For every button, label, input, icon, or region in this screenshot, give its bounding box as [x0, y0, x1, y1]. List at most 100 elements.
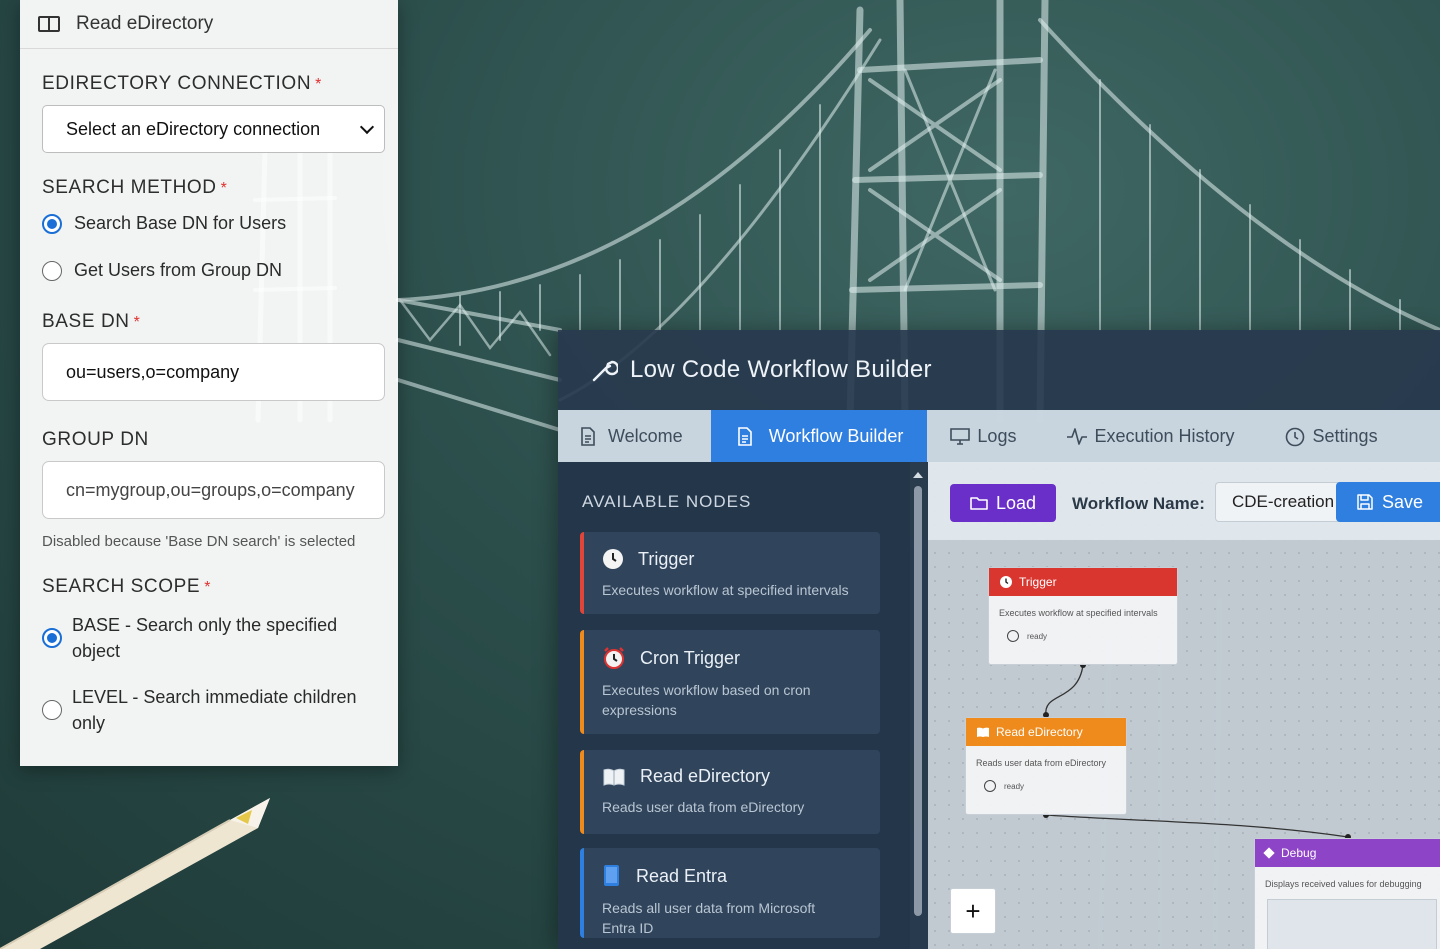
search-method-option-label: Search Base DN for Users [74, 213, 287, 233]
search-scope-option-label: BASE - Search only the specified object [72, 615, 338, 661]
search-method-label: SEARCH METHOD * [42, 177, 385, 199]
book-icon [38, 16, 60, 32]
radio-button[interactable] [42, 700, 62, 720]
tab-execution-history[interactable]: Execution History [1044, 410, 1262, 462]
canvas-node-title: Trigger [1019, 575, 1057, 589]
search-method-label-text: SEARCH METHOD [42, 177, 217, 198]
scrollbar-thumb[interactable] [914, 486, 922, 916]
app-title-bar: Low Code Workflow Builder [558, 330, 1440, 410]
status-circle-icon [1007, 630, 1019, 642]
node-card-title: Trigger [638, 548, 695, 569]
panel-header: Read eDirectory [20, 0, 398, 49]
chevron-down-icon [359, 119, 375, 134]
search-method-option-label: Get Users from Group DN [74, 260, 283, 280]
app-title: Low Code Workflow Builder [630, 356, 932, 383]
available-nodes-sidebar: AVAILABLE NODES Trigger Executes workflo… [558, 462, 910, 949]
node-card-trigger[interactable]: Trigger Executes workflow at specified i… [580, 532, 880, 614]
tab-label: Execution History [1094, 425, 1235, 446]
edirectory-connection-select[interactable]: Select an eDirectory connection [42, 105, 385, 153]
canvas-node-trigger[interactable]: Trigger Executes workflow at specified i… [988, 567, 1178, 665]
search-method-option-group-dn[interactable]: Get Users from Group DN [42, 260, 385, 281]
edge-trigger-to-read-edirectory [1045, 664, 1084, 716]
zoom-in-button[interactable]: + [950, 888, 996, 934]
group-dn-label-text: GROUP DN [42, 429, 149, 450]
document-icon [737, 427, 752, 446]
group-dn-input: cn=mygroup,ou=groups,o=company [42, 461, 385, 519]
required-mark: * [220, 180, 228, 197]
node-card-read-edirectory[interactable]: Read eDirectory Reads user data from eDi… [580, 750, 880, 834]
scroll-up-arrow-icon[interactable] [913, 472, 923, 478]
radio-button-checked[interactable] [42, 628, 62, 648]
workflow-canvas[interactable]: Load Workflow Name: CDE-creation Save Tr… [928, 462, 1440, 949]
canvas-node-title: Debug [1281, 846, 1317, 860]
required-mark: * [133, 314, 141, 331]
panel-header-title: Read eDirectory [76, 13, 214, 34]
canvas-node-header: Debug [1255, 839, 1440, 867]
tab-label: Welcome [608, 425, 683, 446]
canvas-node-description: Executes workflow at specified intervals [999, 608, 1158, 618]
diamond-icon [1263, 847, 1275, 859]
base-dn-input[interactable]: ou=users,o=company [42, 343, 385, 401]
canvas-node-title: Read eDirectory [996, 725, 1083, 739]
tab-label: Settings [1312, 425, 1378, 446]
search-scope-label: SEARCH SCOPE * [42, 576, 385, 598]
tab-welcome[interactable]: Welcome [558, 410, 711, 462]
status-circle-icon [984, 780, 996, 792]
tab-settings[interactable]: Settings [1263, 410, 1406, 462]
radio-button[interactable] [42, 260, 62, 281]
base-dn-label: BASE DN * [42, 311, 385, 333]
search-scope-option-level[interactable]: LEVEL - Search immediate children only [42, 684, 385, 736]
base-dn-label-text: BASE DN [42, 311, 130, 332]
node-card-title: Cron Trigger [640, 647, 741, 668]
group-dn-label: GROUP DN [42, 429, 385, 451]
nodes-scrollbar[interactable] [913, 472, 923, 949]
node-card-cron-trigger[interactable]: Cron Trigger Executes workflow based on … [580, 630, 880, 734]
monitor-icon [950, 428, 971, 445]
tab-label: Logs [977, 425, 1017, 446]
chalk-pencil-decoration [0, 798, 270, 949]
clock-icon [603, 549, 623, 569]
clock-icon [1285, 427, 1304, 447]
canvas-node-status-text: ready [1004, 781, 1025, 791]
canvas-node-header: Trigger [989, 568, 1177, 596]
available-nodes-title: AVAILABLE NODES [582, 492, 752, 511]
document-icon [581, 427, 595, 446]
workflow-builder-window: Low Code Workflow Builder Welcome Workfl… [558, 330, 1440, 949]
edirectory-connection-selected: Select an eDirectory connection [66, 118, 321, 139]
required-mark: * [204, 579, 212, 596]
tab-workflow-builder[interactable]: Workflow Builder [710, 410, 928, 462]
node-card-title: Read eDirectory [640, 766, 771, 786]
tab-label: Workflow Builder [768, 425, 904, 446]
search-scope-option-label: LEVEL - Search immediate children only [72, 687, 357, 733]
node-card-description: Executes workflow at specified intervals [602, 582, 849, 598]
canvas-node-description: Reads user data from eDirectory [976, 758, 1107, 768]
canvas-node-status-text: ready [1027, 631, 1048, 641]
edge-read-edirectory-to-debug [1045, 814, 1349, 838]
node-card-description: Executes workflow based on cron expressi… [602, 682, 811, 718]
search-method-option-base-dn[interactable]: Search Base DN for Users [42, 213, 385, 234]
search-scope-label-text: SEARCH SCOPE [42, 576, 201, 597]
debug-output-area [1267, 899, 1437, 949]
tab-logs[interactable]: Logs [927, 410, 1044, 462]
canvas-node-status: ready [989, 618, 1177, 642]
canvas-node-header: Read eDirectory [966, 718, 1126, 746]
node-properties-panel: Read eDirectory EDIRECTORY CONNECTION * … [20, 0, 398, 766]
canvas-node-debug[interactable]: Debug Displays received values for debug… [1254, 838, 1440, 949]
canvas-node-description: Displays received values for debugging [1265, 879, 1422, 889]
clock-icon [1000, 576, 1012, 588]
required-mark: * [315, 76, 322, 93]
main-tabs: Welcome Workflow Builder Logs Execution … [558, 410, 1440, 462]
book-icon [603, 768, 625, 786]
node-card-title: Read Entra [636, 865, 728, 886]
canvas-node-status: ready [966, 768, 1126, 792]
alarm-clock-icon [604, 647, 624, 669]
radio-button-checked[interactable] [42, 213, 62, 234]
book-blue-icon [604, 865, 619, 886]
book-icon [977, 727, 989, 737]
wrench-icon [592, 360, 618, 382]
search-scope-option-base[interactable]: BASE - Search only the specified object [42, 612, 385, 664]
canvas-node-read-edirectory[interactable]: Read eDirectory Reads user data from eDi… [965, 717, 1127, 815]
node-card-read-entra[interactable]: Read Entra Reads all user data from Micr… [580, 848, 880, 938]
activity-icon [1067, 428, 1088, 445]
node-card-description: Reads user data from eDirectory [602, 799, 805, 815]
